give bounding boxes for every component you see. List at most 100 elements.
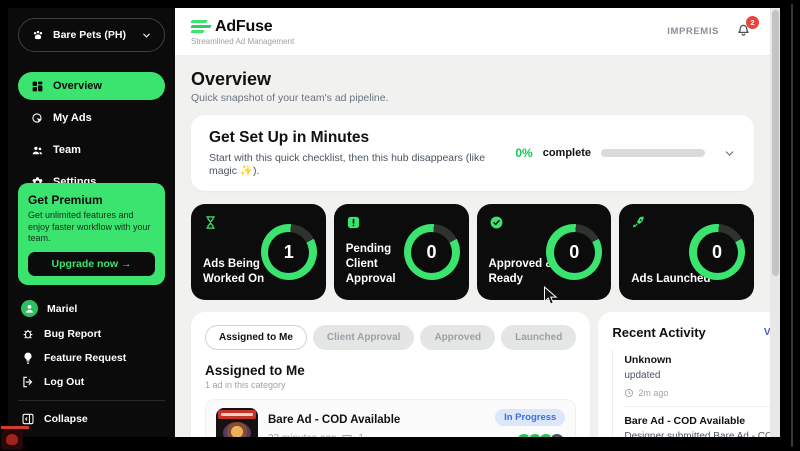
user-name: Mariel	[47, 302, 78, 315]
sidebar-item-my-ads[interactable]: My Ads	[18, 104, 165, 132]
app-window: Bare Pets (PH) Overview My Ads Team Get …	[8, 8, 780, 437]
collapse-button[interactable]: Collapse	[18, 407, 165, 431]
org-name: IMPREMIS	[667, 26, 719, 37]
log-out-link[interactable]: Log Out	[18, 370, 165, 394]
ad-thumbnail	[216, 408, 258, 437]
section-count: 1 ad in this category	[205, 380, 286, 390]
avatar	[21, 300, 38, 317]
activity-item-description: updated	[624, 370, 661, 381]
link-label: Feature Request	[44, 352, 127, 364]
bug-report-link[interactable]: Bug Report	[18, 322, 165, 346]
stat-card-ads-being-worked-on[interactable]: Ads Being Worked On 1	[191, 204, 326, 300]
bug-icon	[21, 327, 35, 341]
collapse-label: Collapse	[44, 413, 88, 425]
tab-approved[interactable]: Approved	[420, 325, 496, 350]
link-label: Bug Report	[44, 328, 102, 340]
sidebar-item-team[interactable]: Team	[18, 136, 165, 164]
brand-block: AdFuse Streamlined Ad Management	[190, 17, 295, 46]
grid-icon	[31, 80, 44, 93]
stat-card-ads-launched[interactable]: Ads Launched 0	[619, 204, 754, 300]
adfuse-logo-icon	[190, 19, 212, 34]
avatar-group: +1	[516, 433, 566, 437]
setup-progress-bar	[601, 149, 705, 157]
stat-value: 0	[696, 231, 738, 273]
page-title: Overview	[191, 69, 272, 89]
avatar-overflow-count: +1	[549, 433, 566, 437]
upgrade-button[interactable]: Upgrade now →	[28, 252, 155, 276]
tab-launched[interactable]: Launched	[501, 325, 577, 350]
link-label: Log Out	[44, 376, 85, 388]
tab-assigned-to-me[interactable]: Assigned to Me	[205, 325, 307, 350]
tab-client-approval[interactable]: Client Approval	[312, 325, 415, 350]
workspace-switcher[interactable]: Bare Pets (PH)	[18, 18, 165, 52]
setup-checklist-card: Get Set Up in Minutes Start with this qu…	[191, 115, 754, 191]
video-progress-bar	[1, 426, 29, 429]
hourglass-icon	[203, 215, 218, 230]
collapse-icon	[21, 412, 35, 426]
vertical-scrollbar[interactable]	[770, 8, 780, 437]
page-subtitle: Quick snapshot of your team's ad pipelin…	[191, 92, 389, 104]
brand-tagline: Streamlined Ad Management	[191, 36, 295, 46]
activity-item-title: Unknown	[624, 354, 672, 366]
ads-target-icon	[31, 112, 44, 125]
activity-list: Unknown updated 2m ago Bare Ad - COD Ava…	[612, 350, 770, 437]
alert-square-icon	[346, 215, 361, 230]
stat-label: Ads Launched	[631, 273, 711, 286]
paw-icon	[31, 28, 45, 42]
activity-item-title: Bare Ad - COD Available	[624, 414, 746, 427]
sidebar-nav: Overview My Ads Team Settings	[18, 72, 165, 196]
notifications-button[interactable]: 2	[735, 15, 759, 43]
sidebar-item-overview[interactable]: Overview	[18, 72, 165, 100]
comment-icon	[341, 433, 353, 437]
ad-comment-count: 1	[358, 433, 364, 437]
premium-title: Get Premium	[28, 192, 103, 207]
video-watermark	[1, 426, 31, 450]
stat-card-pending-client-approval[interactable]: Pending Client Approval 0	[333, 204, 469, 300]
activity-title: Recent Activity	[612, 325, 706, 340]
stat-ring: 1	[260, 224, 317, 280]
ad-list-item[interactable]: Bare Ad - COD Available 23 minutes ago 1…	[205, 399, 577, 437]
pipeline-tabs: Assigned to Me Client Approval Approved …	[205, 325, 577, 350]
ad-title: Bare Ad - COD Available	[268, 413, 401, 426]
stat-value: 0	[411, 231, 452, 273]
section-title: Assigned to Me	[205, 363, 305, 378]
screen-bezel-line	[791, 4, 793, 447]
activity-item: Unknown updated 2m ago	[624, 350, 770, 406]
channel-logo-watermark	[1, 429, 23, 450]
page-content: Overview Quick snapshot of your team's a…	[175, 56, 770, 437]
logout-icon	[21, 375, 35, 389]
stat-value: 0	[553, 231, 595, 273]
sidebar-item-label: Overview	[53, 80, 102, 92]
activity-item-description: Designer submitted Bare Ad - COD Availab…	[624, 430, 770, 438]
premium-description: Get unlimited features and enjoy faster …	[28, 209, 151, 244]
sidebar-bottom: Get Premium Get unlimited features and e…	[18, 182, 165, 431]
pipeline-panel: Assigned to Me Client Approval Approved …	[191, 312, 591, 437]
lightbulb-icon	[21, 351, 35, 365]
user-profile-row[interactable]: Mariel	[18, 295, 165, 322]
recent-activity-panel: Recent Activity View all Unknown updated	[598, 312, 770, 437]
bottom-row: Assigned to Me Client Approval Approved …	[191, 312, 770, 437]
status-badge: In Progress	[495, 409, 566, 426]
sidebar-item-label: My Ads	[53, 112, 92, 124]
stat-ring: 0	[403, 224, 460, 280]
scrollbar-thumb[interactable]	[771, 10, 779, 276]
stat-value: 1	[268, 231, 310, 273]
activity-item-time: 2m ago	[638, 387, 669, 398]
rocket-icon	[631, 215, 646, 230]
workspace-label: Bare Pets (PH)	[53, 29, 126, 41]
stats-row: Ads Being Worked On 1 Pending Client App…	[191, 204, 754, 300]
check-circle-icon	[489, 215, 504, 230]
ad-time: 23 minutes ago	[268, 433, 336, 437]
brand-name: AdFuse	[215, 17, 273, 35]
feature-request-link[interactable]: Feature Request	[18, 346, 165, 370]
setup-progress-label: complete	[542, 147, 591, 159]
chevron-down-icon[interactable]	[723, 147, 736, 160]
sidebar-item-label: Team	[53, 144, 81, 156]
stat-ring: 0	[546, 224, 603, 280]
stat-card-approved-ready[interactable]: Approved & Ready 0	[476, 204, 612, 300]
sidebar-divider	[18, 400, 165, 401]
main-area: AdFuse Streamlined Ad Management IMPREMI…	[175, 8, 770, 437]
chevron-down-icon	[141, 30, 152, 41]
premium-card: Get Premium Get unlimited features and e…	[18, 182, 165, 285]
setup-subtitle: Start with this quick checklist, then th…	[209, 152, 486, 177]
